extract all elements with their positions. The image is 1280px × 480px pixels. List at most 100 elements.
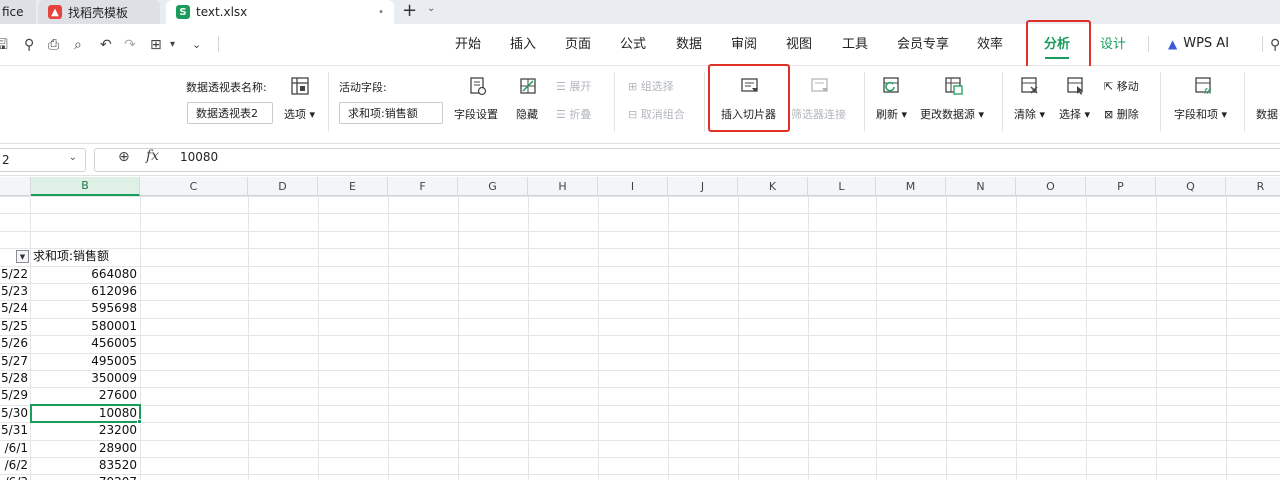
zoom-icon[interactable]: ⊕ [118, 149, 130, 165]
pivot-value-cell[interactable]: 456005 [31, 335, 140, 352]
fields-items-icon[interactable]: fx [1194, 76, 1214, 96]
column-header-G[interactable]: G [458, 177, 528, 196]
search-icon[interactable]: ⚲ [1270, 36, 1280, 54]
pivot-value-cell[interactable]: 612096 [31, 283, 140, 300]
tab-close-icon[interactable]: • [378, 7, 384, 18]
clear-button[interactable]: 清除 ▾ [1014, 106, 1045, 122]
refresh-button[interactable]: 刷新 ▾ [876, 106, 907, 122]
row-label-date[interactable]: 5/27 [0, 353, 30, 370]
filter-dropdown-icon[interactable]: ▼ [16, 250, 29, 264]
column-header-R[interactable]: R [1226, 177, 1280, 196]
pivot-value-cell[interactable]: 23200 [31, 422, 140, 439]
refresh-icon[interactable] [882, 76, 902, 96]
expand-button[interactable]: ☰ 展开 [556, 78, 591, 94]
pivot-value-cell[interactable]: 70207 [31, 474, 140, 480]
pivot-value-cell[interactable]: 664080 [31, 266, 140, 283]
pivot-value-cell[interactable]: 350009 [31, 370, 140, 387]
column-header-M[interactable]: M [876, 177, 946, 196]
delete-button[interactable]: ⊠ 删除 [1104, 106, 1139, 122]
more-quick-access-icon[interactable]: ⌄ [192, 36, 201, 54]
row-label-date[interactable]: 5/23 [0, 283, 30, 300]
column-header-K[interactable]: K [738, 177, 808, 196]
hide-label[interactable]: 隐藏 [516, 106, 538, 122]
hide-icon[interactable] [518, 76, 538, 96]
group-select-button[interactable]: ⊞ 组选择 [628, 78, 674, 94]
fx-icon[interactable]: fx [146, 148, 159, 164]
active-field-input[interactable]: 求和项:销售额 [339, 102, 443, 124]
row-label-date[interactable]: /6/1 [0, 440, 30, 457]
tab-file[interactable]: S text.xlsx • [166, 0, 394, 24]
menu-insert[interactable]: 插入 [510, 36, 536, 54]
column-header-B[interactable]: B [31, 177, 140, 196]
column-header-O[interactable]: O [1016, 177, 1086, 196]
row-label-date[interactable]: /6/3 [0, 474, 30, 480]
field-settings-label[interactable]: 字段设置 [454, 106, 498, 122]
collapse-button[interactable]: ☰ 折叠 [556, 106, 591, 122]
wps-ai-button[interactable]: ▲ WPS AI [1168, 36, 1229, 51]
pivot-value-header[interactable]: 求和项:销售额 [33, 248, 139, 265]
tab-template[interactable]: ▲ 找稻壳模板 [38, 0, 160, 24]
clear-icon[interactable] [1020, 76, 1040, 96]
pivot-value-cell[interactable]: 580001 [31, 318, 140, 335]
menu-tools[interactable]: 工具 [842, 36, 868, 54]
share-icon[interactable]: ⚲ [24, 36, 34, 54]
menu-page[interactable]: 页面 [565, 36, 591, 54]
data-fragment-label[interactable]: 数据 [1256, 106, 1278, 122]
fields-items-button[interactable]: 字段和项 ▾ [1174, 106, 1227, 122]
menu-efficiency[interactable]: 效率 [977, 36, 1003, 54]
pivot-value-cell[interactable]: 595698 [31, 300, 140, 317]
column-header-P[interactable]: P [1086, 177, 1156, 196]
row-label-date[interactable]: 5/30 [0, 405, 30, 422]
options-button[interactable]: 选项 ▾ [284, 106, 315, 122]
column-header-I[interactable]: I [598, 177, 668, 196]
filter-connection-icon[interactable] [810, 76, 830, 96]
tab-office[interactable]: fice [0, 0, 36, 24]
field-settings-icon[interactable] [468, 76, 488, 96]
pivot-table-icon[interactable] [290, 76, 310, 96]
pivot-name-input[interactable]: 数据透视表2 [187, 102, 273, 124]
menu-data[interactable]: 数据 [676, 36, 702, 54]
change-source-icon[interactable] [944, 76, 964, 96]
spreadsheet-grid[interactable]: B C D E F G H I J K L M N O P Q R ▼ 求和项:销售额 5/22 664080 5/23 6… [0, 177, 1280, 480]
row-label-date[interactable]: 5/31 [0, 422, 30, 439]
format-table-dropdown-icon[interactable]: ▾ [170, 36, 175, 54]
column-header-H[interactable]: H [528, 177, 598, 196]
pivot-value-cell[interactable]: 28900 [31, 440, 140, 457]
row-label-date[interactable]: 5/24 [0, 300, 30, 317]
column-header-C[interactable]: C [140, 177, 248, 196]
menu-view[interactable]: 视图 [786, 36, 812, 54]
column-header-D[interactable]: D [248, 177, 318, 196]
change-source-button[interactable]: 更改数据源 ▾ [920, 106, 984, 122]
menu-design[interactable]: 设计 [1100, 36, 1126, 54]
print-preview-icon[interactable]: ⌕ [74, 36, 82, 54]
row-label-date[interactable]: 5/22 [0, 266, 30, 283]
chevron-down-icon[interactable]: ⌄ [69, 152, 77, 163]
name-box[interactable]: 2 ⌄ [0, 148, 86, 172]
move-button[interactable]: ⇱ 移动 [1104, 78, 1139, 94]
row-header-corner[interactable] [0, 177, 31, 196]
menu-home[interactable]: 开始 [455, 36, 481, 54]
row-label-date[interactable]: 5/29 [0, 387, 30, 404]
menu-member[interactable]: 会员专享 [897, 36, 949, 54]
menu-review[interactable]: 审阅 [731, 36, 757, 54]
pivot-value-cell[interactable]: 83520 [31, 457, 140, 474]
column-header-L[interactable]: L [808, 177, 876, 196]
select-button[interactable]: 选择 ▾ [1059, 106, 1090, 122]
select-icon[interactable] [1066, 76, 1086, 96]
row-label-date[interactable]: /6/2 [0, 457, 30, 474]
column-header-F[interactable]: F [388, 177, 458, 196]
row-label-date[interactable]: 5/25 [0, 318, 30, 335]
column-header-N[interactable]: N [946, 177, 1016, 196]
format-table-icon[interactable]: ⊞ [150, 36, 162, 54]
save-icon[interactable]: 🖫 [0, 36, 8, 54]
undo-icon[interactable]: ↶ [100, 36, 112, 54]
menu-formula[interactable]: 公式 [620, 36, 646, 54]
column-header-Q[interactable]: Q [1156, 177, 1226, 196]
filter-connection-label[interactable]: 筛选器连接 [791, 106, 846, 122]
column-header-E[interactable]: E [318, 177, 388, 196]
print-icon[interactable]: ⎙ [48, 36, 59, 54]
new-tab-menu-icon[interactable]: ⌄ [427, 3, 435, 14]
row-label-date[interactable]: 5/26 [0, 335, 30, 352]
ungroup-button[interactable]: ⊟ 取消组合 [628, 106, 685, 122]
pivot-value-cell[interactable]: 495005 [31, 353, 140, 370]
